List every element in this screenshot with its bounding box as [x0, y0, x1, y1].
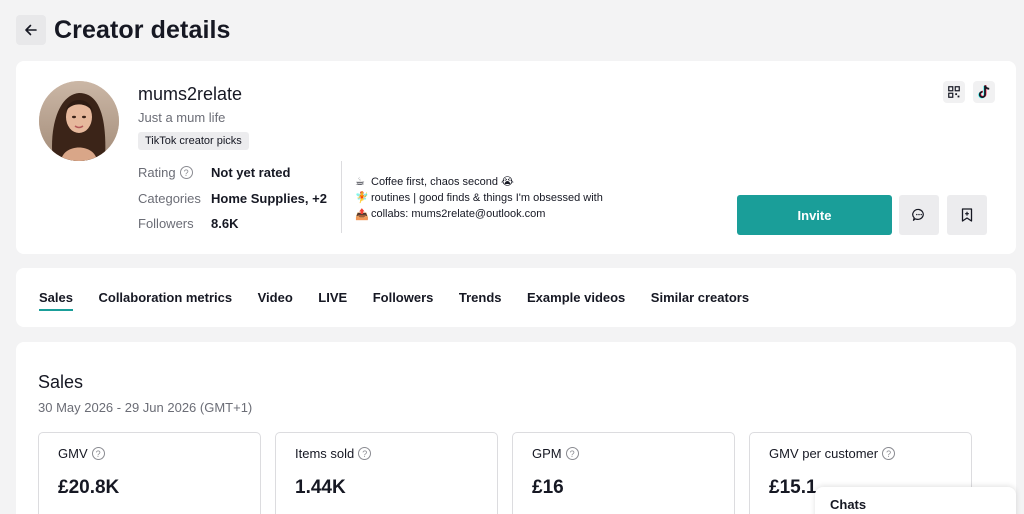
creator-stats: Rating ? Not yet rated Categories Home S…	[138, 160, 327, 237]
page-header: Creator details	[16, 14, 231, 46]
metric-value: £16	[532, 477, 564, 498]
metric-card-gpm[interactable]: GPM ? £16	[512, 432, 735, 514]
help-icon[interactable]: ?	[91, 447, 105, 460]
help-icon[interactable]: ?	[882, 447, 896, 460]
bio-text: collabs: mums2relate@outlook.com	[371, 208, 546, 221]
metric-label-text: Items sold	[295, 446, 355, 461]
bio-text: routines | good finds & things I'm obses…	[371, 191, 603, 204]
tab-collaboration-metrics[interactable]: Collaboration metrics	[98, 268, 232, 327]
bio-emoji: 🧚	[355, 192, 369, 205]
chat-icon	[912, 208, 924, 221]
bio-emoji: ☕	[355, 175, 365, 188]
back-button[interactable]	[16, 15, 46, 45]
metric-card-gmv[interactable]: GMV ? £20.8K	[38, 432, 261, 514]
avatar	[39, 81, 119, 161]
bio-emoji: 📤	[355, 208, 369, 221]
stat-label: Followers	[138, 216, 194, 232]
tab-video[interactable]: Video	[258, 268, 293, 327]
corner-icons	[943, 81, 995, 103]
chats-label: Chats	[830, 497, 867, 512]
save-creator-button[interactable]	[947, 195, 987, 235]
qr-code-icon[interactable]	[943, 81, 965, 103]
tiktok-icon[interactable]	[973, 81, 995, 103]
stat-value: 8.6K	[211, 216, 239, 232]
arrow-left-icon	[25, 24, 37, 36]
date-range: 30 May 2026 - 29 Jun 2026 (GMT+1)	[38, 400, 253, 415]
metric-value: £20.8K	[58, 477, 120, 498]
creator-picks-badge: TikTok creator picks	[138, 132, 249, 150]
metric-label: GMV per customer ?	[769, 446, 896, 461]
metric-label: Items sold ?	[295, 446, 372, 461]
divider	[341, 161, 342, 233]
metric-label: GPM ?	[532, 446, 579, 461]
bookmark-plus-icon	[961, 208, 973, 222]
stat-categories: Categories Home Supplies, +2	[138, 186, 327, 212]
bio-text: Coffee first, chaos second 😭	[371, 175, 514, 188]
metric-value: 1.44K	[295, 477, 346, 498]
tab-trends[interactable]: Trends	[459, 268, 502, 327]
metric-label-text: GMV	[58, 446, 88, 461]
tab-example-videos[interactable]: Example videos	[527, 268, 625, 327]
creator-username: mums2relate	[138, 84, 243, 104]
help-icon[interactable]: ?	[358, 447, 372, 460]
metric-label: GMV ?	[58, 446, 105, 461]
stat-rating: Rating ? Not yet rated	[138, 160, 327, 186]
tab-bar: Sales Collaboration metrics Video LIVE F…	[39, 268, 775, 327]
tabs-card: Sales Collaboration metrics Video LIVE F…	[16, 268, 1016, 327]
tab-sales[interactable]: Sales	[39, 268, 73, 327]
message-button[interactable]	[899, 195, 939, 235]
chats-panel[interactable]: Chats	[815, 487, 1016, 514]
stat-value[interactable]: Home Supplies, +2	[211, 191, 327, 206]
stat-label: Categories	[138, 190, 201, 206]
stat-label: Rating ?	[138, 165, 211, 180]
help-icon[interactable]: ?	[565, 447, 579, 460]
creator-bio-short: Just a mum life	[138, 110, 226, 125]
metric-value: £15.1	[769, 477, 817, 498]
section-title: Sales	[38, 372, 84, 392]
tab-live[interactable]: LIVE	[318, 268, 347, 327]
tab-followers[interactable]: Followers	[373, 268, 434, 327]
tab-similar-creators[interactable]: Similar creators	[651, 268, 749, 327]
metric-label-text: GPM	[532, 446, 562, 461]
metric-label-text: GMV per customer	[769, 446, 879, 461]
bio-line: 📤 collabs: mums2relate@outlook.com	[355, 206, 603, 223]
help-icon[interactable]: ?	[179, 166, 193, 180]
stat-label-text: Rating	[138, 165, 176, 181]
creator-bio: ☕ Coffee first, chaos second 😭 🧚 routine…	[355, 173, 603, 223]
stat-followers: Followers 8.6K	[138, 211, 327, 237]
bio-line: 🧚 routines | good finds & things I'm obs…	[355, 190, 603, 207]
metric-card-items-sold[interactable]: Items sold ? 1.44K	[275, 432, 498, 514]
page-title: Creator details	[54, 15, 231, 44]
bio-line: ☕ Coffee first, chaos second 😭	[355, 173, 603, 190]
stat-value: Not yet rated	[211, 165, 291, 181]
invite-button[interactable]: Invite	[737, 195, 892, 235]
profile-card: mums2relate Just a mum life TikTok creat…	[16, 61, 1016, 254]
